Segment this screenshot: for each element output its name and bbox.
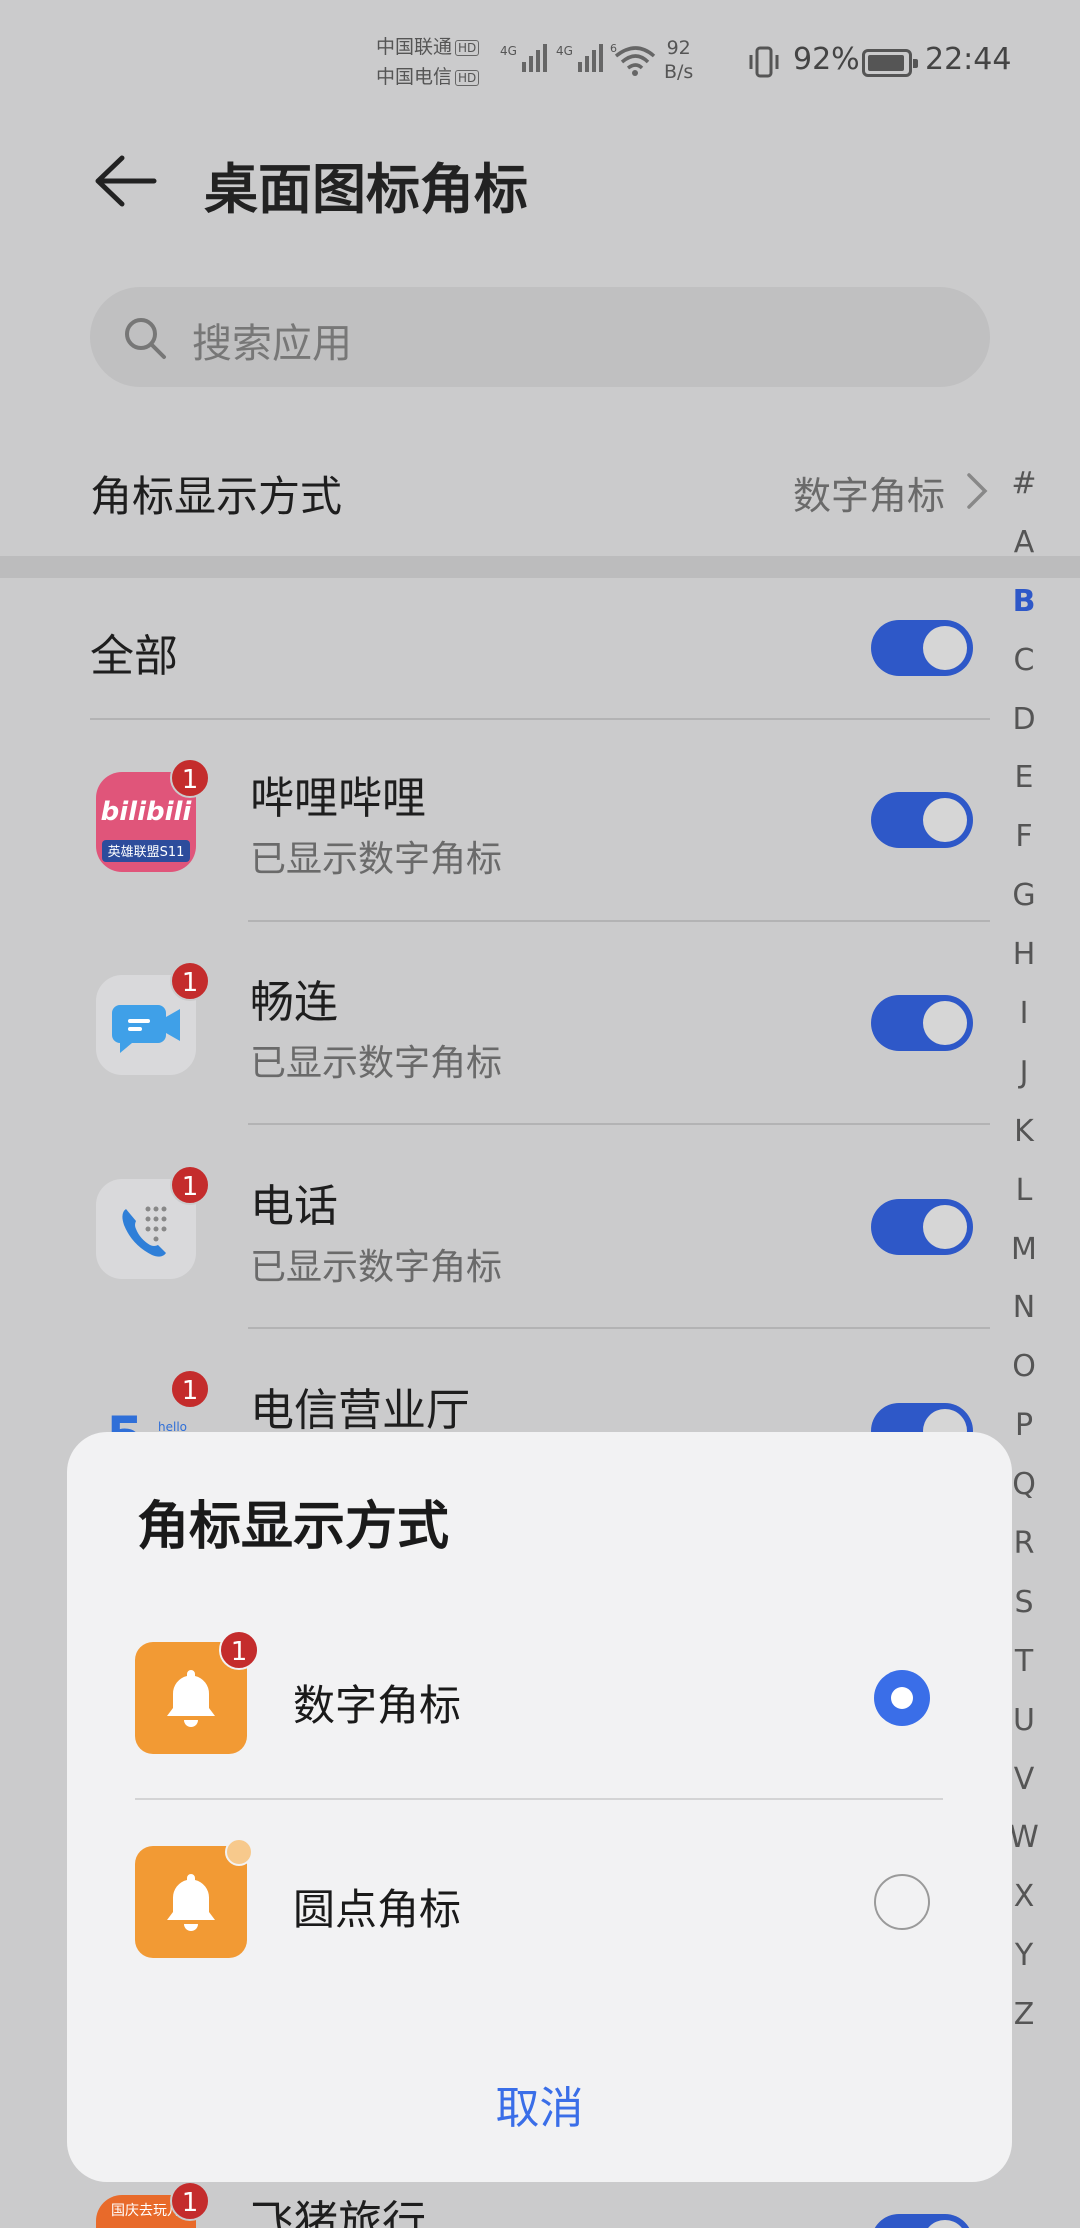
alphabet-index-letter[interactable]: C	[1000, 632, 1048, 691]
svg-text:6: 6	[610, 42, 617, 55]
badge-mode-row[interactable]: 角标显示方式 数字角标	[90, 455, 990, 525]
cancel-button[interactable]: 取消	[67, 2072, 1012, 2136]
chevron-right-icon	[967, 473, 988, 509]
app-status: 已显示数字角标	[250, 1247, 503, 1288]
notification-badge: 1	[170, 1165, 210, 1205]
notification-badge: 1	[170, 1369, 210, 1409]
search-icon	[125, 318, 166, 359]
status-bar: 中国联通 HD 中国电信 HD 4G 4G 6 92 B/s 92% 22:44	[0, 0, 1080, 120]
battery-icon	[862, 49, 918, 77]
alphabet-index-letter[interactable]: I	[1000, 985, 1048, 1044]
page-title: 桌面图标角标	[204, 158, 528, 221]
alphabet-index-letter[interactable]: #	[1000, 455, 1048, 514]
app-status: 已显示数字角标	[250, 1043, 503, 1084]
notification-badge: 1	[170, 961, 210, 1001]
alphabet-index-letter[interactable]: O	[1000, 1338, 1048, 1397]
app-name: 哔哩哔哩	[250, 773, 426, 824]
dot-badge	[225, 1838, 253, 1866]
divider	[90, 718, 990, 720]
option-label[interactable]: 数字角标	[293, 1672, 461, 1733]
app-toggle[interactable]	[871, 1199, 973, 1255]
notification-badge: 1	[170, 758, 210, 798]
notification-badge: 1	[219, 1630, 259, 1670]
bell-icon	[167, 1874, 215, 1931]
alphabet-index-letter[interactable]: P	[1000, 1397, 1048, 1456]
signal-icon: 4G	[556, 44, 603, 72]
app-name: 电话	[250, 1181, 338, 1232]
option-radio-selected[interactable]	[874, 1670, 930, 1726]
badge-mode-value: 数字角标	[792, 474, 945, 518]
alphabet-index-letter[interactable]: K	[1000, 1103, 1048, 1162]
alphabet-index-letter[interactable]: F	[1000, 808, 1048, 867]
battery-percent: 92%	[793, 42, 860, 77]
carrier-info: 中国联通 HD 中国电信 HD	[376, 32, 480, 92]
vibrate-icon	[749, 46, 779, 78]
alphabet-index-letter[interactable]: B	[1000, 573, 1048, 632]
back-arrow-icon[interactable]	[92, 148, 158, 214]
dialog-title: 角标显示方式	[137, 1497, 450, 1557]
all-toggle[interactable]	[871, 620, 973, 676]
divider	[248, 1123, 990, 1125]
search-placeholder: 搜索应用	[192, 321, 352, 367]
option-dot-badge-icon	[135, 1838, 253, 1958]
badge-mode-dialog: 角标显示方式 1 数字角标 圆点角标 取消	[67, 1432, 1012, 2182]
divider	[135, 1798, 943, 1800]
option-number-badge-icon: 1	[135, 1630, 259, 1754]
app-name: 电信营业厅	[250, 1385, 470, 1436]
phone-app-icon: 1	[96, 1165, 210, 1279]
alphabet-index-letter[interactable]: G	[1000, 867, 1048, 926]
svg-text:bilibili: bilibili	[101, 797, 193, 827]
badge-mode-label: 角标显示方式	[90, 472, 343, 521]
divider	[248, 1327, 990, 1329]
clock: 22:44	[925, 42, 1012, 77]
app-toggle[interactable]	[871, 2214, 973, 2228]
wifi-icon: 6	[610, 42, 656, 76]
all-label: 全部	[90, 631, 178, 682]
alphabet-index-letter[interactable]: J	[1000, 1044, 1048, 1103]
divider	[248, 920, 990, 922]
alphabet-index-letter[interactable]: H	[1000, 926, 1048, 985]
alphabet-index-letter[interactable]: N	[1000, 1279, 1048, 1338]
changlian-app-icon: 1	[96, 961, 210, 1075]
alphabet-index-letter[interactable]: L	[1000, 1162, 1048, 1221]
alphabet-index-letter[interactable]: D	[1000, 691, 1048, 750]
notification-badge: 1	[170, 2181, 210, 2221]
svg-text:英雄联盟S11: 英雄联盟S11	[108, 845, 185, 860]
signal-icon: 4G	[500, 44, 547, 72]
fliggy-app-icon: 国庆去玩儿 1	[96, 2181, 210, 2228]
alphabet-index-letter[interactable]: M	[1000, 1221, 1048, 1280]
option-label[interactable]: 圆点角标	[293, 1876, 461, 1937]
option-radio-unselected[interactable]	[874, 1874, 930, 1930]
search-input[interactable]: 搜索应用	[90, 287, 990, 387]
app-status: 已显示数字角标	[250, 839, 503, 880]
bilibili-app-icon: bilibili 英雄联盟S11 1	[96, 758, 210, 872]
alphabet-index-letter[interactable]: E	[1000, 749, 1048, 808]
section-divider	[0, 556, 1080, 578]
app-name: 飞猪旅行	[250, 2197, 426, 2228]
app-name: 畅连	[250, 977, 338, 1028]
app-toggle[interactable]	[871, 792, 973, 848]
network-speed: 92 B/s	[664, 37, 694, 83]
bell-icon	[167, 1670, 215, 1727]
alphabet-index-letter[interactable]: A	[1000, 514, 1048, 573]
app-toggle[interactable]	[871, 995, 973, 1051]
